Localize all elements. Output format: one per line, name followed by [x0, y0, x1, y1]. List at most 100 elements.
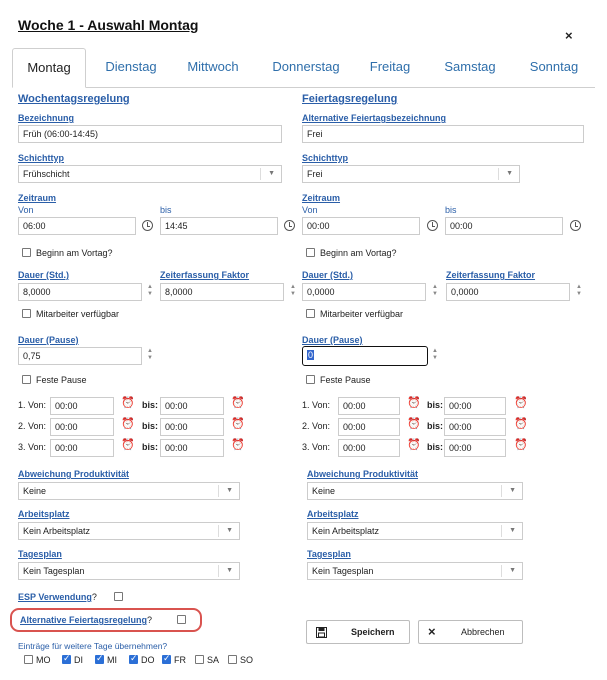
- right-bis-input[interactable]: 00:00: [445, 217, 563, 235]
- left-arbeitsplatz-select[interactable]: Kein Arbeitsplatz ▼: [18, 522, 240, 540]
- right-bezeichnung-input[interactable]: Frei: [302, 125, 584, 143]
- day-checkbox-mi[interactable]: [95, 653, 104, 664]
- left-bis-input[interactable]: 14:45: [160, 217, 278, 235]
- floppy-disk-icon: [316, 627, 327, 638]
- tab-sonntag[interactable]: Sonntag: [518, 48, 590, 88]
- day-checkbox-mo[interactable]: [24, 655, 33, 664]
- right-mitarbeiter-checkbox[interactable]: [306, 309, 315, 318]
- tab-donnerstag[interactable]: Donnerstag: [262, 48, 350, 88]
- left-schichttyp-select[interactable]: Frühschicht ▼: [18, 165, 282, 183]
- left-schichttyp-label: Schichttyp: [18, 153, 65, 163]
- left-row1-bis[interactable]: 00:00: [160, 397, 224, 415]
- alarm-clock-icon[interactable]: ⏰: [514, 418, 528, 430]
- day-checkbox-so[interactable]: [228, 655, 237, 664]
- right-abweichung-select[interactable]: Keine ▼: [307, 482, 523, 500]
- day-checkbox-di[interactable]: [62, 653, 71, 664]
- clock-icon[interactable]: [142, 220, 153, 231]
- right-abweichung-label: Abweichung Produktivität: [307, 469, 419, 479]
- uebernehmen-label: Einträge für weitere Tage übernehmen?: [18, 641, 168, 651]
- right-von-input[interactable]: 00:00: [302, 217, 420, 235]
- alarm-clock-icon[interactable]: ⏰: [121, 439, 135, 451]
- alarm-clock-icon[interactable]: ⏰: [514, 397, 528, 409]
- clock-icon[interactable]: [284, 220, 295, 231]
- right-arbeitsplatz-select[interactable]: Kein Arbeitsplatz ▼: [307, 522, 523, 540]
- day-checkbox-sa[interactable]: [195, 655, 204, 664]
- spinner-icon[interactable]: ▲ ▼: [432, 348, 438, 364]
- day-tabs: Montag Dienstag Mittwoch Donnerstag Frei…: [12, 48, 595, 88]
- alarm-clock-icon[interactable]: ⏰: [121, 397, 135, 409]
- right-feste-pause-checkbox[interactable]: [306, 375, 315, 384]
- left-faktor-input[interactable]: 8,0000: [160, 283, 284, 301]
- spinner-icon[interactable]: ▲ ▼: [147, 284, 153, 300]
- left-dauer-input[interactable]: 8,0000: [18, 283, 142, 301]
- right-beginn-vortag-checkbox[interactable]: [306, 248, 315, 257]
- right-row2-von[interactable]: 00:00: [338, 418, 400, 436]
- left-tagesplan-select[interactable]: Kein Tagesplan ▼: [18, 562, 240, 580]
- right-pause-input[interactable]: 0: [302, 346, 428, 366]
- alarm-clock-icon[interactable]: ⏰: [407, 418, 421, 430]
- left-row3-bis[interactable]: 00:00: [160, 439, 224, 457]
- left-row2-von[interactable]: 00:00: [50, 418, 114, 436]
- left-von-input[interactable]: 06:00: [18, 217, 136, 235]
- tab-samstag[interactable]: Samstag: [434, 48, 506, 88]
- right-pause-label: Dauer (Pause): [302, 335, 363, 345]
- left-tagesplan-value: Kein Tagesplan: [23, 566, 85, 576]
- left-pause-input[interactable]: 0,75: [18, 347, 142, 365]
- alarm-clock-icon[interactable]: ⏰: [121, 418, 135, 430]
- left-row3-von[interactable]: 00:00: [50, 439, 114, 457]
- cancel-button[interactable]: × Abbrechen: [418, 620, 523, 644]
- left-abweichung-label: Abweichung Produktivität: [18, 469, 130, 479]
- right-mitarbeiter-label: Mitarbeiter verfügbar: [320, 309, 404, 319]
- alt-feiertag-question: ?: [147, 615, 153, 625]
- left-row2-bis[interactable]: 00:00: [160, 418, 224, 436]
- left-row1-bis-label: bis:: [142, 400, 159, 410]
- spinner-icon[interactable]: ▲ ▼: [576, 284, 582, 300]
- left-feste-pause-checkbox[interactable]: [22, 375, 31, 384]
- day-checkbox-do[interactable]: [129, 653, 138, 664]
- clock-icon[interactable]: [570, 220, 581, 231]
- alarm-clock-icon[interactable]: ⏰: [231, 397, 245, 409]
- alarm-clock-icon[interactable]: ⏰: [231, 439, 245, 451]
- close-icon[interactable]: ×: [565, 28, 573, 43]
- tab-freitag[interactable]: Freitag: [358, 48, 422, 88]
- left-row1-von[interactable]: 00:00: [50, 397, 114, 415]
- right-faktor-input[interactable]: 0,0000: [446, 283, 570, 301]
- left-abweichung-select[interactable]: Keine ▼: [18, 482, 240, 500]
- save-button[interactable]: Speichern: [306, 620, 410, 644]
- alarm-clock-icon[interactable]: ⏰: [407, 439, 421, 451]
- left-row3-bis-label: bis:: [142, 442, 159, 452]
- left-bezeichnung-input[interactable]: Früh (06:00-14:45): [18, 125, 282, 143]
- right-row3-bis[interactable]: 00:00: [444, 439, 506, 457]
- right-row1-bis[interactable]: 00:00: [444, 397, 506, 415]
- day-label-mi: MI: [107, 655, 117, 665]
- left-pause-label: Dauer (Pause): [18, 335, 79, 345]
- spinner-icon[interactable]: ▲ ▼: [432, 284, 438, 300]
- right-tagesplan-select[interactable]: Kein Tagesplan ▼: [307, 562, 523, 580]
- tab-dienstag[interactable]: Dienstag: [92, 48, 170, 88]
- day-checkbox-fr[interactable]: [162, 653, 171, 664]
- chevron-down-icon: ▼: [268, 170, 275, 177]
- right-arbeitsplatz-label: Arbeitsplatz: [307, 509, 359, 519]
- right-row2-bis[interactable]: 00:00: [444, 418, 506, 436]
- right-faktor-label: Zeiterfassung Faktor: [446, 270, 536, 280]
- left-mitarbeiter-checkbox[interactable]: [22, 309, 31, 318]
- left-row1-label: 1. Von:: [18, 400, 47, 410]
- chevron-down-icon: ▼: [226, 487, 233, 494]
- clock-icon[interactable]: [427, 220, 438, 231]
- spinner-icon[interactable]: ▲ ▼: [290, 284, 296, 300]
- alarm-clock-icon[interactable]: ⏰: [407, 397, 421, 409]
- alarm-clock-icon[interactable]: ⏰: [514, 439, 528, 451]
- right-schichttyp-select[interactable]: Frei ▼: [302, 165, 520, 183]
- right-dauer-input[interactable]: 0,0000: [302, 283, 426, 301]
- chevron-down-icon: ▼: [226, 527, 233, 534]
- right-row3-von[interactable]: 00:00: [338, 439, 400, 457]
- esp-checkbox[interactable]: [114, 592, 123, 601]
- tab-mittwoch[interactable]: Mittwoch: [176, 48, 250, 88]
- alt-feiertag-checkbox[interactable]: [177, 615, 186, 624]
- tab-montag[interactable]: Montag: [12, 48, 86, 88]
- left-beginn-vortag-checkbox[interactable]: [22, 248, 31, 257]
- day-label-mo: MO: [36, 655, 51, 665]
- spinner-icon[interactable]: ▲ ▼: [147, 348, 153, 364]
- alarm-clock-icon[interactable]: ⏰: [231, 418, 245, 430]
- right-row1-von[interactable]: 00:00: [338, 397, 400, 415]
